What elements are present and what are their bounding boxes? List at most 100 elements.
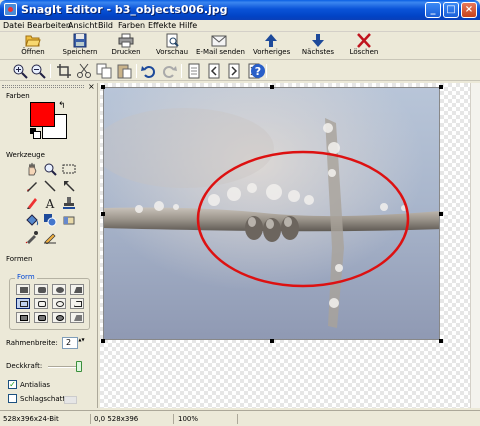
paint-bucket-icon (26, 214, 39, 226)
menu-hilfe[interactable]: Hilfe (179, 20, 197, 32)
marquee-icon (62, 164, 76, 174)
zoom-in-button[interactable] (12, 63, 28, 79)
selection-tool[interactable] (62, 162, 76, 176)
previous-button[interactable]: Vorheriges (253, 33, 290, 59)
text-tool[interactable]: A (43, 196, 57, 210)
print-button[interactable]: Drucken (111, 33, 141, 59)
title-bar[interactable]: SnagIt Editor - b3_objects006.jpg _ □ × (0, 0, 480, 20)
panel-close-icon[interactable]: × (88, 83, 95, 91)
zoom-in-icon (13, 64, 28, 79)
crop-icon (57, 64, 71, 78)
menu-bild[interactable]: Bild (98, 20, 113, 32)
edit-tool[interactable] (43, 230, 57, 244)
shape-tool[interactable] (43, 213, 57, 227)
close-button[interactable]: × (461, 2, 477, 18)
cut-button[interactable] (76, 63, 92, 79)
resize-handle-tl[interactable] (101, 85, 105, 89)
preview-button[interactable]: Vorschau (156, 33, 188, 59)
snagit-app-icon[interactable] (4, 3, 17, 16)
page-previous-button[interactable] (206, 63, 222, 79)
edit-toolbar: ? (0, 61, 480, 81)
outline-polygon-shape[interactable] (70, 298, 84, 309)
page-forward-button[interactable] (226, 63, 242, 79)
panel-grip[interactable] (2, 85, 84, 88)
zoom-out-icon (31, 64, 46, 79)
paste-button[interactable] (116, 63, 132, 79)
outlined-filled-rounded-shape[interactable] (34, 312, 48, 323)
outline-rectangle-shape[interactable] (16, 298, 30, 309)
drop-shadow-checkbox[interactable] (8, 394, 17, 403)
zoom-tool[interactable] (43, 162, 57, 176)
eyedropper-tool[interactable] (25, 230, 39, 244)
status-bar: 528x396x24-Bit 0,0 528x396 100% (0, 410, 480, 426)
minimize-button[interactable]: _ (425, 2, 441, 18)
highlighter-tool[interactable] (25, 196, 39, 210)
save-button[interactable]: Speichern (62, 33, 98, 59)
outline-rounded-rect-shape[interactable] (34, 298, 48, 309)
filled-ellipse-shape[interactable] (52, 284, 66, 295)
opacity-slider-thumb[interactable] (76, 361, 82, 372)
main-toolbar: Öffnen Speichern Drucken Vorschau E-Mail… (0, 32, 480, 60)
copy-button[interactable] (96, 63, 112, 79)
arrow-tool[interactable] (62, 179, 76, 193)
menu-datei[interactable]: Datei (3, 20, 24, 32)
crop-button[interactable] (56, 63, 72, 79)
status-zoom: 100% (178, 414, 238, 424)
preview-label: Vorschau (156, 48, 189, 56)
opacity-label: Deckkraft: (6, 362, 43, 370)
next-button[interactable]: Nächstes (301, 33, 335, 59)
outlined-filled-ellipse-shape[interactable] (52, 312, 66, 323)
vertical-scrollbar[interactable] (470, 83, 480, 408)
resize-handle-tr[interactable] (439, 85, 443, 89)
foreground-color-swatch[interactable] (30, 102, 55, 127)
zoom-out-button[interactable] (30, 63, 46, 79)
resize-handle-br[interactable] (439, 339, 443, 343)
fill-tool[interactable] (25, 213, 39, 227)
shadow-color-swatch[interactable] (64, 396, 77, 404)
menu-bearbeiten[interactable]: Bearbeiten (27, 20, 71, 32)
delete-button[interactable]: Löschen (348, 33, 380, 59)
border-width-label: Rahmenbreite: (6, 339, 58, 347)
swap-colors-icon[interactable]: ↰ (58, 102, 66, 111)
antialias-checkbox[interactable]: ✓ (8, 380, 17, 389)
new-page-button[interactable] (186, 63, 202, 79)
undo-button[interactable] (141, 63, 157, 79)
pan-tool[interactable] (25, 162, 39, 176)
eraser-icon (63, 216, 75, 225)
redo-button[interactable] (161, 63, 177, 79)
outlined-filled-polygon-shape[interactable] (70, 312, 84, 323)
help-button[interactable]: ? (250, 63, 266, 79)
stamp-tool[interactable] (62, 196, 76, 210)
status-position: 0,0 528x396 (94, 414, 174, 424)
menu-farben[interactable]: Farben (118, 20, 145, 32)
resize-handle-bc[interactable] (270, 339, 274, 343)
menu-ansicht[interactable]: Ansicht (68, 20, 98, 32)
edited-image[interactable] (103, 87, 440, 340)
outline-ellipse-shape[interactable] (52, 298, 66, 309)
open-button[interactable]: Öffnen (18, 33, 48, 59)
print-preview-icon (166, 33, 179, 48)
filled-rectangle-shape[interactable] (16, 284, 30, 295)
filled-rounded-rect-shape[interactable] (34, 284, 48, 295)
resize-handle-ml[interactable] (101, 212, 105, 216)
pen-tool[interactable] (25, 179, 39, 193)
filled-polygon-shape[interactable] (70, 284, 84, 295)
email-send-button[interactable]: E-Mail senden (196, 33, 245, 59)
resize-handle-tc[interactable] (270, 85, 274, 89)
resize-handle-mr[interactable] (439, 212, 443, 216)
copy-icon (96, 63, 112, 79)
email-send-label: E-Mail senden (196, 48, 245, 56)
menu-bar: Datei Bearbeiten Ansicht Bild Farben Eff… (0, 20, 480, 32)
line-tool[interactable] (43, 179, 57, 193)
paste-icon (117, 64, 132, 79)
reset-colors-icon[interactable] (30, 128, 41, 139)
maximize-button[interactable]: □ (443, 2, 459, 18)
menu-effekte[interactable]: Effekte (148, 20, 176, 32)
border-width-spinner[interactable]: ▲▼ (77, 337, 85, 349)
stamp-icon (63, 197, 75, 209)
eraser-tool[interactable] (62, 213, 76, 227)
highlighter-icon (27, 198, 37, 209)
outlined-filled-rect-shape[interactable] (16, 312, 30, 323)
pencil-icon (44, 233, 56, 244)
resize-handle-bl[interactable] (101, 339, 105, 343)
